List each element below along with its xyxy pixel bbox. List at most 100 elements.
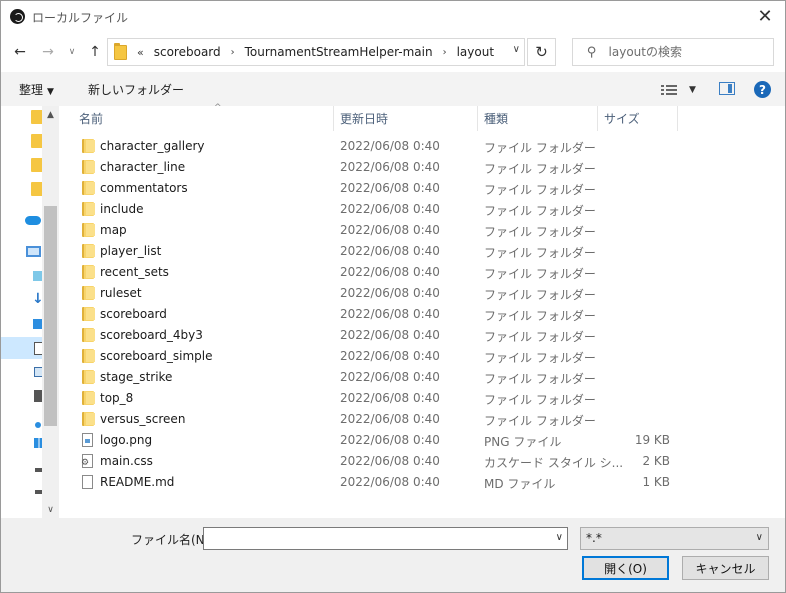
preview-pane-icon[interactable] [719, 82, 735, 95]
scrollbar-thumb[interactable] [44, 206, 57, 426]
onedrive-icon[interactable] [25, 216, 41, 225]
file-row[interactable]: commentators 2022/06/08 0:40 ファイル フォルダー [59, 178, 785, 199]
chevron-down-icon: ∨ [755, 532, 763, 543]
music-icon[interactable] [35, 422, 41, 428]
file-row[interactable]: character_line 2022/06/08 0:40 ファイル フォルダー [59, 157, 785, 178]
this-pc-icon[interactable] [26, 246, 41, 257]
file-row[interactable]: ruleset 2022/06/08 0:40 ファイル フォルダー [59, 283, 785, 304]
file-type: カスケード スタイル シ... [484, 456, 624, 470]
file-name: scoreboard_simple [100, 349, 213, 363]
file-type-filter-value: *.* [586, 531, 602, 545]
file-name: player_list [100, 244, 162, 258]
file-name: map [100, 223, 127, 237]
file-name: versus_screen [100, 412, 186, 426]
forward-button[interactable]: → [37, 40, 59, 64]
close-icon: ✕ [757, 6, 773, 27]
file-row[interactable]: player_list 2022/06/08 0:40 ファイル フォルダー [59, 241, 785, 262]
chevron-double-left-icon[interactable]: « [137, 46, 144, 59]
file-name: main.css [100, 454, 153, 468]
file-type: ファイル フォルダー [484, 393, 596, 407]
file-date: 2022/06/08 0:40 [340, 139, 440, 153]
recent-locations-button[interactable]: ∨ [65, 40, 79, 64]
file-date: 2022/06/08 0:40 [340, 349, 440, 363]
file-date: 2022/06/08 0:40 [340, 370, 440, 384]
folder-icon [82, 391, 95, 405]
file-row[interactable]: stage_strike 2022/06/08 0:40 ファイル フォルダー [59, 367, 785, 388]
file-row[interactable]: scoreboard_simple 2022/06/08 0:40 ファイル フォル… [59, 346, 785, 367]
file-row[interactable]: include 2022/06/08 0:40 ファイル フォルダー [59, 199, 785, 220]
chevron-down-icon[interactable]: ∨ [556, 532, 563, 543]
sort-ascending-icon: ^ [214, 103, 222, 113]
file-name: character_gallery [100, 139, 205, 153]
file-row[interactable]: main.css 2022/06/08 0:40 カスケード スタイル シ... 2 … [59, 451, 785, 472]
file-size: 2 KB [642, 454, 670, 468]
folder-icon [82, 370, 95, 384]
file-date: 2022/06/08 0:40 [340, 412, 440, 426]
file-row[interactable]: logo.png 2022/06/08 0:40 PNG ファイル 19 KB [59, 430, 785, 451]
png-file-icon [82, 433, 93, 447]
nav-pane-scrollbar[interactable]: ▲ ∨ [42, 106, 59, 518]
folder-icon [82, 412, 95, 426]
help-icon[interactable]: ? [754, 81, 771, 98]
file-row[interactable]: top_8 2022/06/08 0:40 ファイル フォルダー [59, 388, 785, 409]
close-button[interactable]: ✕ [745, 1, 785, 32]
file-date: 2022/06/08 0:40 [340, 223, 440, 237]
filename-combobox[interactable]: ∨ [203, 527, 568, 550]
file-name: recent_sets [100, 265, 169, 279]
breadcrumb-tournamentstreamhelper-main[interactable]: TournamentStreamHelper-main [245, 45, 433, 59]
cancel-button[interactable]: キャンセル [682, 556, 769, 580]
search-input[interactable] [608, 45, 759, 59]
md-file-icon [82, 475, 93, 489]
column-header-date[interactable]: 更新日時 [334, 106, 478, 131]
column-header-name-label: 名前 [79, 112, 104, 126]
up-button[interactable]: ↑ [84, 40, 106, 64]
file-row[interactable]: scoreboard 2022/06/08 0:40 ファイル フォルダー [59, 304, 785, 325]
organize-button[interactable]: 整理 ▼ [19, 81, 54, 98]
downloads-icon[interactable] [32, 291, 44, 307]
column-header-name[interactable]: ^ 名前 [73, 103, 334, 131]
breadcrumb-scoreboard[interactable]: scoreboard [154, 45, 221, 59]
file-name: include [100, 202, 144, 216]
file-date: 2022/06/08 0:40 [340, 433, 440, 447]
address-bar[interactable]: « scoreboard › TournamentStreamHelper-ma… [107, 38, 525, 66]
file-type: ファイル フォルダー [484, 351, 596, 365]
filename-input[interactable] [204, 528, 544, 549]
chevron-right-icon[interactable]: › [443, 47, 447, 58]
column-header-size[interactable]: サイズ [598, 106, 678, 131]
file-row[interactable]: README.md 2022/06/08 0:40 MD ファイル 1 KB [59, 472, 785, 493]
caret-down-icon: ▼ [47, 87, 54, 97]
app-icon [10, 9, 25, 24]
arrow-up-icon: ↑ [89, 44, 101, 60]
css-file-icon [81, 454, 93, 468]
search-box[interactable]: ⚲ [572, 38, 774, 66]
scroll-up-icon[interactable]: ▲ [42, 106, 59, 123]
new-folder-button[interactable]: 新しいフォルダー [88, 81, 184, 98]
chevron-down-icon[interactable]: ∨ [513, 44, 520, 55]
command-bar: 整理 ▼ 新しいフォルダー ▼ ? [1, 72, 785, 106]
breadcrumb-layout[interactable]: layout [457, 45, 494, 59]
file-type: ファイル フォルダー [484, 330, 596, 344]
file-size: 1 KB [642, 475, 670, 489]
file-type-filter[interactable]: *.* ∨ [580, 527, 769, 550]
column-header-type[interactable]: 種類 [478, 106, 598, 131]
file-type: ファイル フォルダー [484, 225, 596, 239]
file-type: ファイル フォルダー [484, 414, 596, 428]
file-row[interactable]: map 2022/06/08 0:40 ファイル フォルダー [59, 220, 785, 241]
file-date: 2022/06/08 0:40 [340, 307, 440, 321]
file-date: 2022/06/08 0:40 [340, 160, 440, 174]
details-view-icon [661, 84, 677, 96]
title-bar: ローカルファイル ✕ [1, 1, 785, 32]
file-row[interactable]: character_gallery 2022/06/08 0:40 ファイル フォル… [59, 136, 785, 157]
folder-icon [82, 286, 95, 300]
open-button[interactable]: 開く(O) [582, 556, 669, 580]
back-button[interactable]: ← [9, 40, 31, 64]
file-row[interactable]: recent_sets 2022/06/08 0:40 ファイル フォルダー [59, 262, 785, 283]
change-view-button[interactable]: ▼ [661, 82, 701, 98]
scroll-down-icon[interactable]: ∨ [42, 501, 59, 518]
file-date: 2022/06/08 0:40 [340, 328, 440, 342]
refresh-button[interactable]: ↻ [527, 38, 556, 66]
file-row[interactable]: versus_screen 2022/06/08 0:40 ファイル フォルダー [59, 409, 785, 430]
chevron-right-icon[interactable]: › [231, 47, 235, 58]
file-type: ファイル フォルダー [484, 288, 596, 302]
file-row[interactable]: scoreboard_4by3 2022/06/08 0:40 ファイル フォルダー [59, 325, 785, 346]
